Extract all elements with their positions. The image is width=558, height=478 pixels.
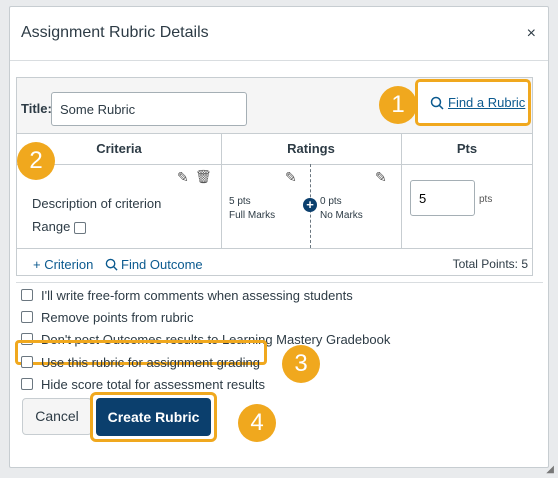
callout-1: 1 xyxy=(379,86,417,124)
column-header-row: Criteria Ratings Pts xyxy=(17,133,532,165)
find-rubric-highlight: Find a Rubric xyxy=(415,79,531,126)
edit-criterion-icon[interactable]: ✎ xyxy=(177,169,189,186)
checkbox[interactable] xyxy=(21,356,33,368)
total-points: Total Points: 5 xyxy=(452,257,528,271)
checkbox[interactable] xyxy=(21,378,33,390)
resize-handle-icon[interactable]: ◢ xyxy=(546,464,554,475)
rating-label: Full Marks xyxy=(229,210,276,221)
range-option: Range xyxy=(32,219,86,234)
checkbox[interactable] xyxy=(21,289,33,301)
rating-points: 0 pts xyxy=(320,196,342,207)
cancel-button[interactable]: Cancel xyxy=(22,398,92,435)
callout-4: 4 xyxy=(238,404,276,442)
search-icon xyxy=(105,258,118,271)
create-rubric-highlight: Create Rubric xyxy=(90,392,217,442)
checkbox[interactable] xyxy=(21,311,33,323)
option-label: I'll write free-form comments when asses… xyxy=(41,288,353,303)
option-label: Remove points from rubric xyxy=(41,310,194,325)
add-rating-icon[interactable]: + xyxy=(303,198,317,212)
divider xyxy=(221,133,222,164)
option-remove-points[interactable]: Remove points from rubric xyxy=(21,310,193,325)
option-hide-score-total[interactable]: Hide score total for assessment results xyxy=(21,377,265,392)
find-outcome-label: Find Outcome xyxy=(121,257,203,272)
delete-criterion-icon[interactable]: 🗑 xyxy=(195,169,212,185)
divider xyxy=(221,164,222,248)
option-label: Hide score total for assessment results xyxy=(41,377,265,392)
option-label: Use this rubric for assignment grading xyxy=(41,355,260,370)
option-free-form-comments[interactable]: I'll write free-form comments when asses… xyxy=(21,288,353,303)
points-input[interactable] xyxy=(410,180,475,216)
range-label: Range xyxy=(32,219,71,234)
option-use-for-grading[interactable]: Use this rubric for assignment grading xyxy=(21,355,260,370)
callout-2: 2 xyxy=(17,142,55,180)
rubric-footer-row: + Criterion Find Outcome Total Points: 5 xyxy=(17,248,532,276)
pts-header: Pts xyxy=(456,141,478,156)
ratings-header: Ratings xyxy=(287,141,335,156)
add-criterion-link[interactable]: + Criterion xyxy=(33,257,93,272)
points-suffix: pts xyxy=(479,194,493,205)
edit-rating-icon[interactable]: ✎ xyxy=(375,169,387,186)
find-outcome-link[interactable]: Find Outcome xyxy=(105,257,203,272)
edit-rating-icon[interactable]: ✎ xyxy=(285,169,297,186)
dialog-header: Assignment Rubric Details × xyxy=(10,7,548,61)
dialog-title: Assignment Rubric Details xyxy=(21,24,209,41)
create-rubric-button[interactable]: Create Rubric xyxy=(96,398,211,436)
divider xyxy=(16,282,543,283)
find-rubric-link[interactable]: Find a Rubric xyxy=(430,95,525,110)
close-icon[interactable]: × xyxy=(527,25,536,43)
find-rubric-label: Find a Rubric xyxy=(448,95,526,110)
rubric-title-input[interactable] xyxy=(51,92,247,126)
search-icon xyxy=(430,96,444,110)
rating-points: 5 pts xyxy=(229,196,251,207)
title-label: Title: xyxy=(21,101,52,116)
callout-3: 3 xyxy=(282,345,320,383)
rubric-title-row: Title: Find a Rubric xyxy=(17,78,532,134)
divider xyxy=(401,164,402,248)
range-checkbox[interactable] xyxy=(73,221,86,234)
criterion-description: Description of criterion xyxy=(32,196,162,211)
rubric-table: Title: Find a Rubric Criteria Ratings Pt… xyxy=(16,77,533,276)
rating-label: No Marks xyxy=(320,210,363,221)
criterion-row: Description of criterion Range ✎ 🗑 ✎ ✎ 5… xyxy=(17,164,532,249)
divider xyxy=(401,133,402,164)
